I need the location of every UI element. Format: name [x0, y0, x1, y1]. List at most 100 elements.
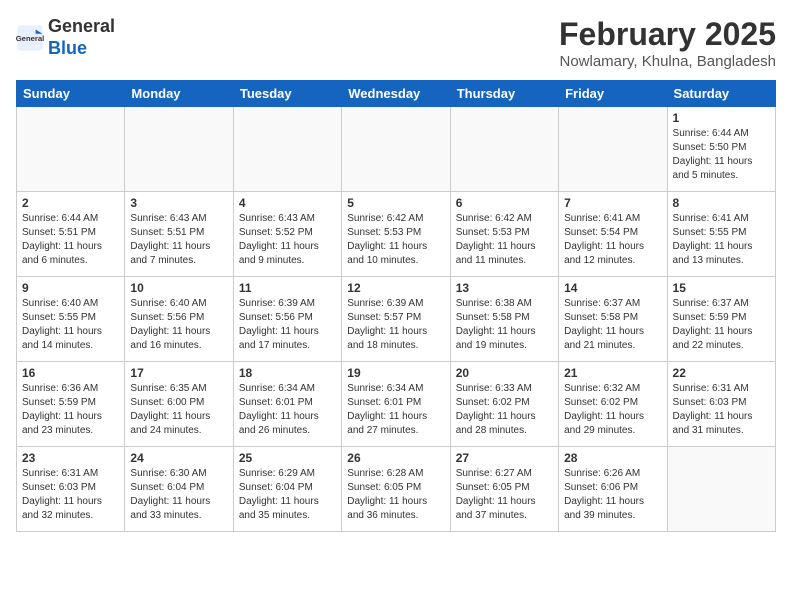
calendar-cell: 20 Sunrise: 6:33 AM Sunset: 6:02 PM Dayli…	[450, 362, 558, 447]
calendar-cell: 8 Sunrise: 6:41 AM Sunset: 5:55 PM Daylig…	[667, 192, 775, 277]
day-number: 13	[456, 281, 553, 295]
day-number: 7	[564, 196, 661, 210]
calendar-cell	[233, 107, 341, 192]
day-info: Sunrise: 6:35 AM Sunset: 6:00 PM Dayligh…	[130, 382, 227, 438]
day-info: Sunrise: 6:34 AM Sunset: 6:01 PM Dayligh…	[347, 382, 444, 438]
calendar-cell	[450, 107, 558, 192]
day-number: 6	[456, 196, 553, 210]
week-row-2: 2 Sunrise: 6:44 AM Sunset: 5:51 PM Daylig…	[17, 192, 776, 277]
day-info: Sunrise: 6:33 AM Sunset: 6:02 PM Dayligh…	[456, 382, 553, 438]
day-info: Sunrise: 6:32 AM Sunset: 6:02 PM Dayligh…	[564, 382, 661, 438]
day-number: 14	[564, 281, 661, 295]
day-info: Sunrise: 6:39 AM Sunset: 5:56 PM Dayligh…	[239, 297, 336, 353]
day-info: Sunrise: 6:41 AM Sunset: 5:55 PM Dayligh…	[673, 212, 770, 268]
day-info: Sunrise: 6:44 AM Sunset: 5:50 PM Dayligh…	[673, 127, 770, 183]
calendar-cell: 7 Sunrise: 6:41 AM Sunset: 5:54 PM Daylig…	[559, 192, 667, 277]
month-title: February 2025	[559, 16, 776, 53]
day-info: Sunrise: 6:37 AM Sunset: 5:58 PM Dayligh…	[564, 297, 661, 353]
calendar-cell: 18Sunrise: 6:34 AM Sunset: 6:01 PM Dayli…	[233, 362, 341, 447]
day-number: 26	[347, 451, 444, 465]
calendar-cell: 26 Sunrise: 6:28 AM Sunset: 6:05 PM Dayli…	[342, 447, 450, 532]
location: Nowlamary, Khulna, Bangladesh	[559, 53, 776, 70]
calendar-cell: 5 Sunrise: 6:42 AM Sunset: 5:53 PM Daylig…	[342, 192, 450, 277]
logo-text: General Blue	[48, 16, 115, 59]
day-info: Sunrise: 6:36 AM Sunset: 5:59 PM Dayligh…	[22, 382, 119, 438]
day-number: 25	[239, 451, 336, 465]
weekday-header-monday: Monday	[125, 81, 233, 107]
day-number: 28	[564, 451, 661, 465]
logo: General General Blue	[16, 16, 115, 59]
weekday-header-row: SundayMondayTuesdayWednesdayThursdayFrid…	[17, 81, 776, 107]
calendar-cell: 23Sunrise: 6:31 AM Sunset: 6:03 PM Dayli…	[17, 447, 125, 532]
day-info: Sunrise: 6:39 AM Sunset: 5:57 PM Dayligh…	[347, 297, 444, 353]
week-row-5: 23Sunrise: 6:31 AM Sunset: 6:03 PM Dayli…	[17, 447, 776, 532]
day-number: 22	[673, 366, 770, 380]
day-number: 18	[239, 366, 336, 380]
day-number: 17	[130, 366, 227, 380]
week-row-1: 1 Sunrise: 6:44 AM Sunset: 5:50 PM Daylig…	[17, 107, 776, 192]
calendar-cell	[342, 107, 450, 192]
day-number: 27	[456, 451, 553, 465]
weekday-header-saturday: Saturday	[667, 81, 775, 107]
day-info: Sunrise: 6:28 AM Sunset: 6:05 PM Dayligh…	[347, 467, 444, 523]
day-number: 20	[456, 366, 553, 380]
calendar-cell: 27Sunrise: 6:27 AM Sunset: 6:05 PM Dayli…	[450, 447, 558, 532]
day-info: Sunrise: 6:31 AM Sunset: 6:03 PM Dayligh…	[22, 467, 119, 523]
calendar-cell: 28 Sunrise: 6:26 AM Sunset: 6:06 PM Dayli…	[559, 447, 667, 532]
day-info: Sunrise: 6:41 AM Sunset: 5:54 PM Dayligh…	[564, 212, 661, 268]
logo-icon: General	[16, 24, 44, 52]
day-number: 4	[239, 196, 336, 210]
day-info: Sunrise: 6:29 AM Sunset: 6:04 PM Dayligh…	[239, 467, 336, 523]
week-row-4: 16 Sunrise: 6:36 AM Sunset: 5:59 PM Dayli…	[17, 362, 776, 447]
calendar-cell: 15 Sunrise: 6:37 AM Sunset: 5:59 PM Dayli…	[667, 277, 775, 362]
calendar-cell: 3 Sunrise: 6:43 AM Sunset: 5:51 PM Daylig…	[125, 192, 233, 277]
day-number: 9	[22, 281, 119, 295]
day-number: 16	[22, 366, 119, 380]
day-number: 3	[130, 196, 227, 210]
calendar-cell: 16 Sunrise: 6:36 AM Sunset: 5:59 PM Dayli…	[17, 362, 125, 447]
calendar-cell: 2 Sunrise: 6:44 AM Sunset: 5:51 PM Daylig…	[17, 192, 125, 277]
day-number: 8	[673, 196, 770, 210]
weekday-header-tuesday: Tuesday	[233, 81, 341, 107]
day-number: 1	[673, 111, 770, 125]
calendar-cell: 25 Sunrise: 6:29 AM Sunset: 6:04 PM Dayli…	[233, 447, 341, 532]
day-number: 11	[239, 281, 336, 295]
calendar-cell: 17 Sunrise: 6:35 AM Sunset: 6:00 PM Dayli…	[125, 362, 233, 447]
day-info: Sunrise: 6:44 AM Sunset: 5:51 PM Dayligh…	[22, 212, 119, 268]
calendar-cell: 9 Sunrise: 6:40 AM Sunset: 5:55 PM Daylig…	[17, 277, 125, 362]
day-number: 10	[130, 281, 227, 295]
svg-text:General: General	[16, 33, 44, 42]
calendar-cell: 10 Sunrise: 6:40 AM Sunset: 5:56 PM Dayli…	[125, 277, 233, 362]
day-info: Sunrise: 6:43 AM Sunset: 5:52 PM Dayligh…	[239, 212, 336, 268]
calendar-table: SundayMondayTuesdayWednesdayThursdayFrid…	[16, 80, 776, 532]
weekday-header-sunday: Sunday	[17, 81, 125, 107]
calendar-cell: 12 Sunrise: 6:39 AM Sunset: 5:57 PM Dayli…	[342, 277, 450, 362]
weekday-header-friday: Friday	[559, 81, 667, 107]
day-number: 19	[347, 366, 444, 380]
day-number: 24	[130, 451, 227, 465]
day-info: Sunrise: 6:42 AM Sunset: 5:53 PM Dayligh…	[347, 212, 444, 268]
day-info: Sunrise: 6:30 AM Sunset: 6:04 PM Dayligh…	[130, 467, 227, 523]
weekday-header-wednesday: Wednesday	[342, 81, 450, 107]
day-info: Sunrise: 6:42 AM Sunset: 5:53 PM Dayligh…	[456, 212, 553, 268]
day-number: 2	[22, 196, 119, 210]
day-info: Sunrise: 6:40 AM Sunset: 5:56 PM Dayligh…	[130, 297, 227, 353]
day-info: Sunrise: 6:43 AM Sunset: 5:51 PM Dayligh…	[130, 212, 227, 268]
calendar-cell: 14 Sunrise: 6:37 AM Sunset: 5:58 PM Dayli…	[559, 277, 667, 362]
day-info: Sunrise: 6:38 AM Sunset: 5:58 PM Dayligh…	[456, 297, 553, 353]
calendar-cell	[667, 447, 775, 532]
day-info: Sunrise: 6:26 AM Sunset: 6:06 PM Dayligh…	[564, 467, 661, 523]
day-number: 5	[347, 196, 444, 210]
calendar-cell: 1 Sunrise: 6:44 AM Sunset: 5:50 PM Daylig…	[667, 107, 775, 192]
page-header: General General Blue February 2025 Nowla…	[16, 16, 776, 70]
calendar-cell: 21Sunrise: 6:32 AM Sunset: 6:02 PM Dayli…	[559, 362, 667, 447]
day-info: Sunrise: 6:37 AM Sunset: 5:59 PM Dayligh…	[673, 297, 770, 353]
day-number: 15	[673, 281, 770, 295]
day-number: 12	[347, 281, 444, 295]
title-block: February 2025 Nowlamary, Khulna, Banglad…	[559, 16, 776, 70]
calendar-cell: 19 Sunrise: 6:34 AM Sunset: 6:01 PM Dayli…	[342, 362, 450, 447]
calendar-cell	[559, 107, 667, 192]
calendar-cell: 22Sunrise: 6:31 AM Sunset: 6:03 PM Dayli…	[667, 362, 775, 447]
calendar-cell: 11 Sunrise: 6:39 AM Sunset: 5:56 PM Dayli…	[233, 277, 341, 362]
day-info: Sunrise: 6:40 AM Sunset: 5:55 PM Dayligh…	[22, 297, 119, 353]
